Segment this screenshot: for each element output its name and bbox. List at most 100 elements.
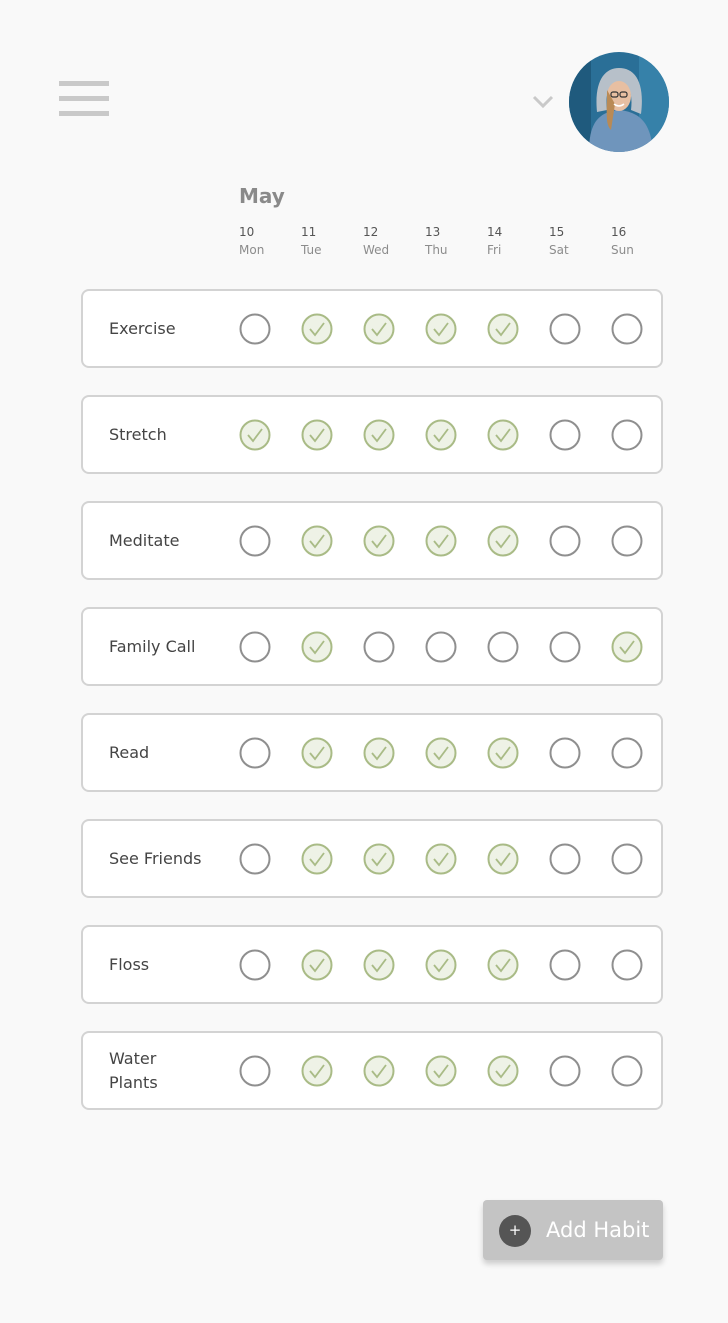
hamburger-menu-icon[interactable] bbox=[59, 81, 109, 116]
checked-circle-icon[interactable] bbox=[301, 419, 333, 451]
habit-name: Exercise bbox=[109, 318, 176, 338]
habit-row: See Friends bbox=[81, 819, 663, 898]
day-number: 16 bbox=[611, 225, 627, 239]
empty-circle-icon[interactable] bbox=[611, 1055, 643, 1087]
day-number: 15 bbox=[549, 225, 565, 239]
empty-circle-icon[interactable] bbox=[549, 631, 581, 663]
empty-circle-icon[interactable] bbox=[549, 843, 581, 875]
empty-circle-icon[interactable] bbox=[611, 525, 643, 557]
checked-circle-icon[interactable] bbox=[611, 631, 643, 663]
empty-circle-icon[interactable] bbox=[611, 949, 643, 981]
empty-circle-icon[interactable] bbox=[239, 949, 271, 981]
day-number: 11 bbox=[301, 225, 317, 239]
day-column-header: 15 Sat bbox=[549, 225, 599, 257]
habit-name: Read bbox=[109, 742, 150, 762]
checked-circle-icon[interactable] bbox=[239, 419, 271, 451]
checked-circle-icon[interactable] bbox=[363, 1055, 395, 1087]
day-column-header: 10 Mon bbox=[239, 225, 289, 257]
empty-circle-icon[interactable] bbox=[611, 737, 643, 769]
empty-circle-icon[interactable] bbox=[549, 419, 581, 451]
empty-circle-icon[interactable] bbox=[239, 313, 271, 345]
checked-circle-icon[interactable] bbox=[363, 949, 395, 981]
habit-row: Meditate bbox=[81, 501, 663, 580]
day-number: 13 bbox=[425, 225, 441, 239]
checked-circle-icon[interactable] bbox=[425, 525, 457, 557]
day-column-header: 14 Fri bbox=[487, 225, 537, 257]
checked-circle-icon[interactable] bbox=[487, 737, 519, 769]
habit-name: Floss bbox=[109, 954, 150, 974]
empty-circle-icon[interactable] bbox=[239, 843, 271, 875]
empty-circle-icon[interactable] bbox=[487, 631, 519, 663]
habit-row: Stretch bbox=[81, 395, 663, 474]
checked-circle-icon[interactable] bbox=[301, 631, 333, 663]
habit-name: Family Call bbox=[109, 636, 196, 656]
checked-circle-icon[interactable] bbox=[363, 843, 395, 875]
day-number: 14 bbox=[487, 225, 503, 239]
checked-circle-icon[interactable] bbox=[487, 419, 519, 451]
checked-circle-icon[interactable] bbox=[425, 1055, 457, 1087]
day-number: 12 bbox=[363, 225, 379, 239]
habit-row: Read bbox=[81, 713, 663, 792]
day-column-header: 13 Thu bbox=[425, 225, 475, 257]
habit-name: Meditate bbox=[109, 530, 180, 550]
day-of-week: Thu bbox=[425, 243, 448, 257]
empty-circle-icon[interactable] bbox=[549, 1055, 581, 1087]
checked-circle-icon[interactable] bbox=[487, 313, 519, 345]
habit-row: Water Plants bbox=[81, 1031, 663, 1110]
checked-circle-icon[interactable] bbox=[487, 525, 519, 557]
checked-circle-icon[interactable] bbox=[487, 1055, 519, 1087]
empty-circle-icon[interactable] bbox=[549, 737, 581, 769]
day-of-week: Tue bbox=[301, 243, 322, 257]
empty-circle-icon[interactable] bbox=[549, 949, 581, 981]
checked-circle-icon[interactable] bbox=[301, 949, 333, 981]
checked-circle-icon[interactable] bbox=[425, 949, 457, 981]
day-column-header: 16 Sun bbox=[611, 225, 661, 257]
avatar[interactable] bbox=[569, 52, 669, 152]
checked-circle-icon[interactable] bbox=[301, 525, 333, 557]
checked-circle-icon[interactable] bbox=[487, 949, 519, 981]
plus-icon: + bbox=[499, 1215, 531, 1247]
checked-circle-icon[interactable] bbox=[425, 419, 457, 451]
day-of-week: Mon bbox=[239, 243, 265, 257]
habit-row: Family Call bbox=[81, 607, 663, 686]
checked-circle-icon[interactable] bbox=[363, 313, 395, 345]
day-number: 10 bbox=[239, 225, 255, 239]
chevron-down-icon[interactable] bbox=[532, 94, 554, 109]
checked-circle-icon[interactable] bbox=[301, 843, 333, 875]
empty-circle-icon[interactable] bbox=[239, 737, 271, 769]
empty-circle-icon[interactable] bbox=[425, 631, 457, 663]
habit-name: See Friends bbox=[109, 848, 202, 868]
habit-row: Floss bbox=[81, 925, 663, 1004]
checked-circle-icon[interactable] bbox=[301, 313, 333, 345]
day-column-header: 12 Wed bbox=[363, 225, 413, 257]
empty-circle-icon[interactable] bbox=[611, 313, 643, 345]
empty-circle-icon[interactable] bbox=[363, 631, 395, 663]
checked-circle-icon[interactable] bbox=[425, 843, 457, 875]
habit-name: Stretch bbox=[109, 424, 167, 444]
empty-circle-icon[interactable] bbox=[549, 313, 581, 345]
checked-circle-icon[interactable] bbox=[487, 843, 519, 875]
habit-row: Exercise bbox=[81, 289, 663, 368]
empty-circle-icon[interactable] bbox=[611, 419, 643, 451]
checked-circle-icon[interactable] bbox=[425, 737, 457, 769]
day-of-week: Sat bbox=[549, 243, 569, 257]
day-of-week: Wed bbox=[363, 243, 390, 257]
day-of-week: Fri bbox=[487, 243, 502, 257]
empty-circle-icon[interactable] bbox=[611, 843, 643, 875]
checked-circle-icon[interactable] bbox=[363, 419, 395, 451]
day-of-week: Sun bbox=[611, 243, 634, 257]
checked-circle-icon[interactable] bbox=[301, 737, 333, 769]
empty-circle-icon[interactable] bbox=[239, 525, 271, 557]
day-column-header: 11 Tue bbox=[301, 225, 351, 257]
add-habit-button[interactable]: + Add Habit bbox=[483, 1200, 663, 1260]
checked-circle-icon[interactable] bbox=[363, 737, 395, 769]
checked-circle-icon[interactable] bbox=[425, 313, 457, 345]
checked-circle-icon[interactable] bbox=[363, 525, 395, 557]
empty-circle-icon[interactable] bbox=[549, 525, 581, 557]
checked-circle-icon[interactable] bbox=[301, 1055, 333, 1087]
empty-circle-icon[interactable] bbox=[239, 1055, 271, 1087]
habit-name: Water Plants bbox=[109, 1048, 158, 1092]
month-label: May bbox=[239, 184, 285, 208]
empty-circle-icon[interactable] bbox=[239, 631, 271, 663]
add-habit-label: Add Habit bbox=[546, 1218, 650, 1242]
